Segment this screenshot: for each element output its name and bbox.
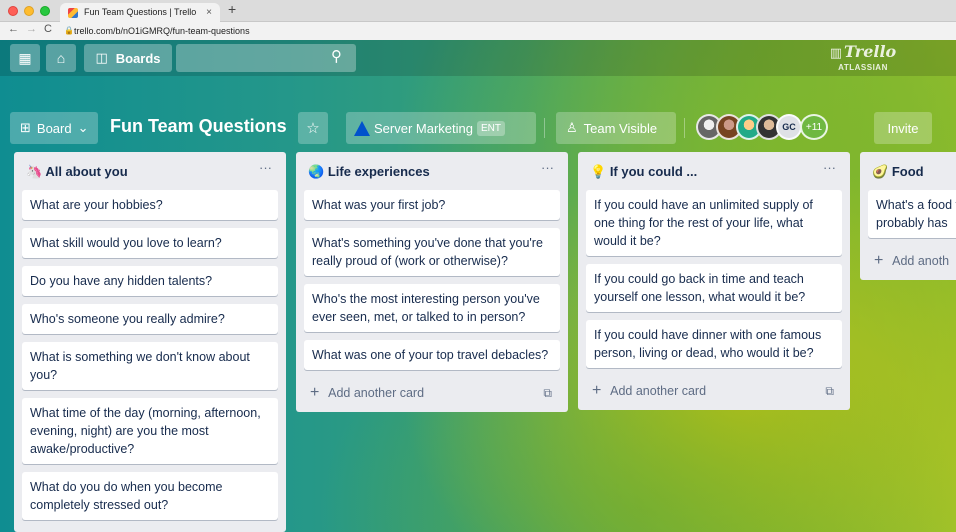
card[interactable]: What skill would you love to learn? bbox=[22, 228, 278, 258]
apps-button[interactable]: ▦ bbox=[10, 44, 40, 72]
card[interactable]: What was one of your top travel debacles… bbox=[304, 340, 560, 370]
card[interactable]: Do you have any hidden talents? bbox=[22, 266, 278, 296]
close-window-button[interactable] bbox=[8, 6, 18, 16]
star-button[interactable]: ☆ bbox=[298, 112, 328, 144]
lightbulb-icon: 💡 bbox=[590, 164, 607, 179]
card[interactable]: If you could go back in time and teach y… bbox=[586, 264, 842, 312]
search-input[interactable]: ⚲ bbox=[176, 44, 356, 72]
plus-icon: + bbox=[310, 384, 320, 401]
chevron-down-icon: ⌄ bbox=[77, 120, 89, 135]
board-header bbox=[0, 72, 956, 104]
header-divider bbox=[684, 118, 685, 138]
list-header: 🥑 Food bbox=[868, 152, 948, 190]
list-food: 🥑 Food What's a food that probably has +… bbox=[860, 152, 956, 280]
invite-button[interactable]: Invite bbox=[874, 112, 932, 144]
search-icon: ⚲ bbox=[331, 48, 342, 65]
team-button[interactable]: Server Marketing ENT bbox=[346, 112, 536, 144]
list-menu-icon[interactable]: ··· bbox=[541, 160, 554, 175]
globe-icon: 🌏 bbox=[308, 164, 325, 179]
list-menu-icon[interactable]: ··· bbox=[823, 160, 836, 175]
star-icon: ☆ bbox=[306, 120, 320, 137]
list-life-experiences: 🌏 Life experiences ··· What was your fir… bbox=[296, 152, 568, 412]
card[interactable]: What time of the day (morning, afternoon… bbox=[22, 398, 278, 464]
plus-icon: + bbox=[592, 382, 602, 399]
grid-icon: ▦ bbox=[18, 49, 32, 66]
atlassian-icon bbox=[354, 120, 370, 136]
back-icon[interactable]: ← bbox=[8, 23, 19, 35]
card[interactable]: What is something we don't know about yo… bbox=[22, 342, 278, 390]
board-header-row: ⊞ Board ⌄ Fun Team Questions ☆ Server Ma… bbox=[0, 112, 956, 144]
list-if-you-could: 💡 If you could ... ··· If you could have… bbox=[578, 152, 850, 410]
logo-wordmark: Trello bbox=[828, 43, 898, 63]
card[interactable]: Who's the most interesting person you've… bbox=[304, 284, 560, 332]
trello-header: ▦ ⌂ ◫ Boards ⚲ Trello ATLASSIAN bbox=[0, 40, 956, 76]
trello-logo[interactable]: Trello ATLASSIAN bbox=[828, 43, 898, 73]
board-view-switcher[interactable]: ⊞ Board ⌄ bbox=[10, 112, 98, 144]
list-title[interactable]: 💡 If you could ... bbox=[590, 164, 697, 180]
add-card-button[interactable]: + Add another card ⧉ bbox=[304, 378, 560, 412]
list-header: 💡 If you could ... ··· bbox=[586, 152, 842, 190]
plus-icon: + bbox=[874, 252, 884, 269]
close-tab-icon[interactable]: × bbox=[206, 3, 212, 22]
list-header: 🌏 Life experiences ··· bbox=[304, 152, 560, 190]
maximize-window-button[interactable] bbox=[40, 6, 50, 16]
add-card-button[interactable]: + Add anoth bbox=[868, 246, 949, 280]
unicorn-icon: 🦄 bbox=[26, 164, 43, 179]
boards-icon: ◫ bbox=[95, 50, 108, 65]
url-field[interactable]: 🔒 trello.com/b/nO1iGMRQ/fun-team-questio… bbox=[64, 24, 944, 38]
url-text: trello.com/b/nO1iGMRQ/fun-team-questions bbox=[74, 26, 250, 36]
boards-label: Boards bbox=[115, 50, 161, 66]
visibility-label: Team Visible bbox=[583, 120, 658, 136]
card[interactable]: What are your hobbies? bbox=[22, 190, 278, 220]
card[interactable]: If you could have dinner with one famous… bbox=[586, 320, 842, 368]
card[interactable]: Who's someone you really admire? bbox=[22, 304, 278, 334]
card[interactable]: If you could have an unlimited supply of… bbox=[586, 190, 842, 256]
avocado-icon: 🥑 bbox=[872, 164, 889, 179]
trello-favicon-icon bbox=[68, 8, 78, 18]
reload-icon[interactable]: C bbox=[44, 23, 52, 35]
add-card-button[interactable]: + Add another card ⧉ bbox=[586, 376, 842, 410]
tab-title: Fun Team Questions | Trello bbox=[84, 7, 197, 17]
card[interactable]: What was your first job? bbox=[304, 190, 560, 220]
card[interactable]: What do you do when you become completel… bbox=[22, 472, 278, 520]
minimize-window-button[interactable] bbox=[24, 6, 34, 16]
list-title[interactable]: 🌏 Life experiences bbox=[308, 164, 430, 180]
board-title[interactable]: Fun Team Questions bbox=[110, 116, 287, 137]
ent-badge: ENT bbox=[476, 120, 505, 136]
browser-tab-bar: Fun Team Questions | Trello × + bbox=[0, 0, 956, 22]
new-tab-button[interactable]: + bbox=[228, 1, 236, 17]
card-template-icon[interactable]: ⧉ bbox=[825, 376, 834, 406]
card[interactable]: What's something you've done that you're… bbox=[304, 228, 560, 276]
home-button[interactable]: ⌂ bbox=[46, 44, 76, 72]
card[interactable]: What's a food that probably has bbox=[868, 190, 956, 238]
browser-tab[interactable]: Fun Team Questions | Trello × bbox=[60, 3, 220, 22]
board-view-icon: ⊞ bbox=[20, 120, 31, 135]
home-icon: ⌂ bbox=[56, 50, 66, 66]
visibility-button[interactable]: ♙ Team Visible bbox=[556, 112, 676, 144]
board-view-label: Board bbox=[36, 120, 72, 136]
list-title[interactable]: 🥑 Food bbox=[872, 164, 924, 180]
avatar-initials[interactable]: GC bbox=[776, 114, 802, 140]
list-title[interactable]: 🦄 All about you bbox=[26, 164, 128, 180]
list-menu-icon[interactable]: ··· bbox=[259, 160, 272, 175]
card-template-icon[interactable]: ⧉ bbox=[543, 378, 552, 408]
forward-icon[interactable]: → bbox=[26, 23, 37, 35]
header-divider bbox=[544, 118, 545, 138]
boards-button[interactable]: ◫ Boards bbox=[84, 44, 172, 72]
address-bar: ← → C 🔒 trello.com/b/nO1iGMRQ/fun-team-q… bbox=[0, 22, 956, 40]
team-visible-icon: ♙ bbox=[566, 120, 578, 135]
list-header: 🦄 All about you ··· bbox=[22, 152, 278, 190]
list-all-about-you: 🦄 All about you ··· What are your hobbie… bbox=[14, 152, 286, 532]
more-members-badge[interactable]: +11 bbox=[800, 114, 828, 140]
lock-icon: 🔒 bbox=[64, 26, 74, 35]
team-name: Server Marketing bbox=[374, 120, 473, 136]
